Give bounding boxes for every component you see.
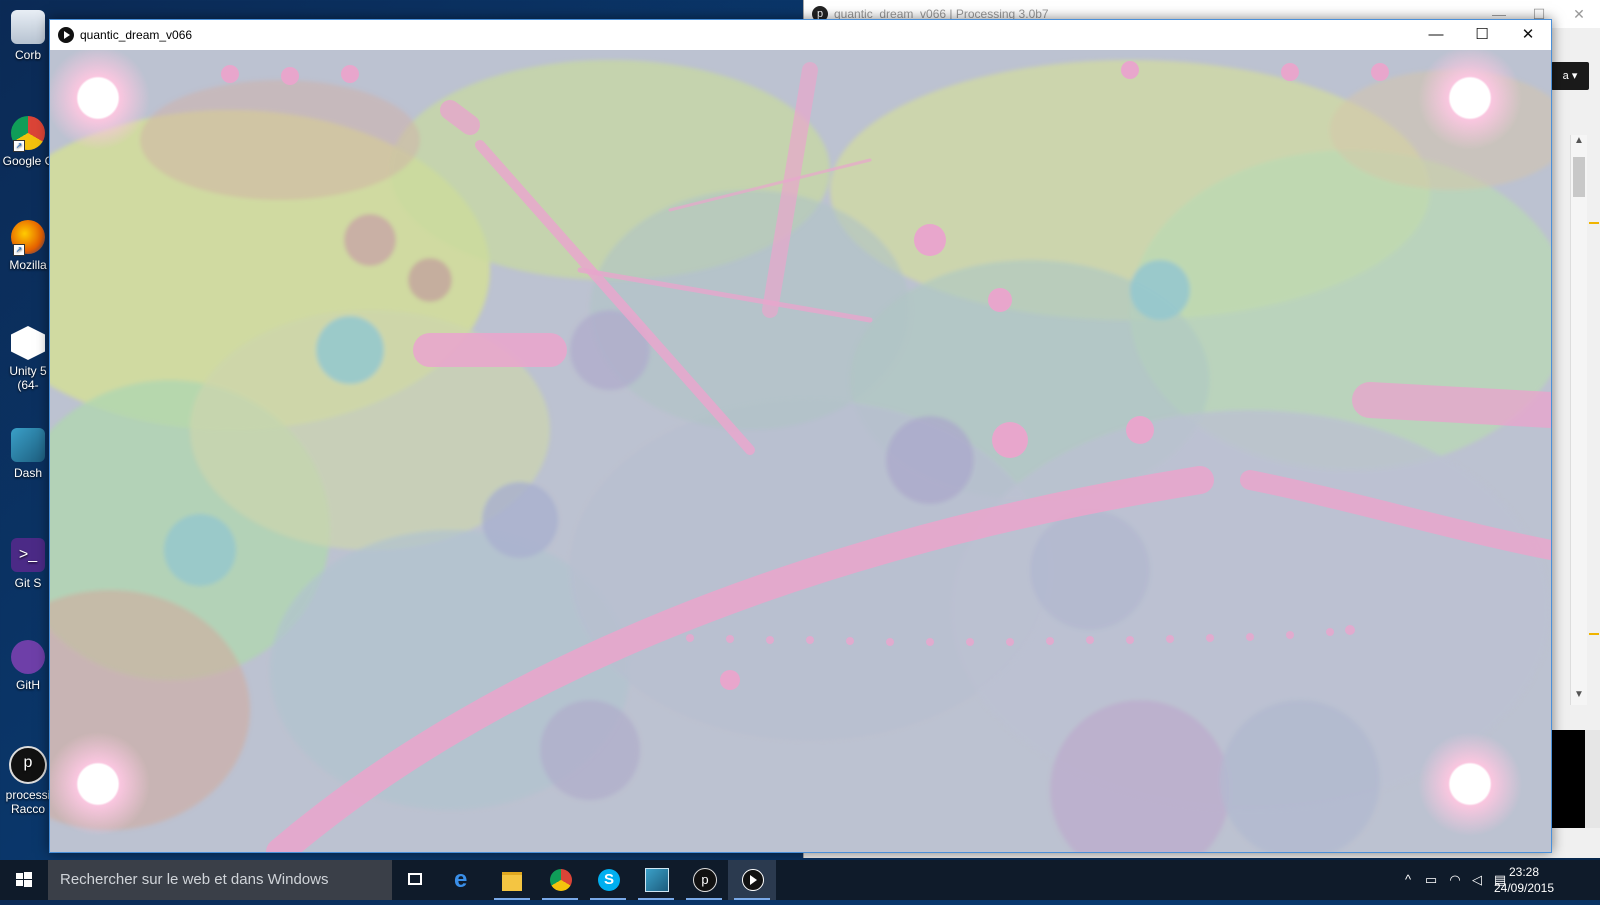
skype-icon: S: [598, 869, 620, 891]
editor-scrollbar[interactable]: ▲ ▼: [1570, 135, 1587, 705]
clock-time: 23:28: [1508, 865, 1540, 879]
error-marker[interactable]: [1589, 222, 1599, 224]
error-marker[interactable]: [1589, 633, 1599, 635]
scroll-up-icon[interactable]: ▲: [1571, 135, 1587, 151]
close-button[interactable]: ✕: [1559, 0, 1599, 28]
console-scrollbar[interactable]: [1585, 730, 1600, 828]
taskbar-app-chrome[interactable]: [536, 860, 584, 900]
chrome-icon: ↗: [11, 116, 45, 152]
sketch-canvas[interactable]: [50, 50, 1551, 852]
maximize-button[interactable]: ☐: [1459, 20, 1505, 50]
corner-orb-bottom-left[interactable]: [50, 732, 150, 836]
sketch-titlebar[interactable]: quantic_dream_v066 — ☐ ✕: [50, 20, 1551, 50]
desktop-icon-recycle-bin[interactable]: Corb: [2, 10, 54, 62]
play-icon: [750, 875, 757, 885]
taskbar-app-processing[interactable]: p: [680, 860, 728, 900]
desktop-icon-dash[interactable]: Dash: [2, 428, 54, 480]
desktop-icon-label: Corb: [14, 48, 41, 62]
corner-orb-bottom-right[interactable]: [1418, 732, 1522, 836]
shortcut-arrow-icon: ↗: [13, 140, 25, 152]
taskbar-app-skype[interactable]: S: [584, 860, 632, 900]
taskbar: Rechercher sur le web et dans Windows e …: [0, 860, 1600, 900]
sketch-window: quantic_dream_v066 — ☐ ✕: [49, 19, 1552, 853]
task-view-button[interactable]: [392, 860, 440, 900]
processing-icon: p: [693, 868, 717, 892]
wifi-icon[interactable]: ◠: [1444, 860, 1466, 900]
taskbar-app-edge[interactable]: e: [440, 860, 488, 900]
windows-logo-icon: [16, 872, 32, 887]
scroll-down-icon[interactable]: ▼: [1571, 689, 1587, 705]
desktop-icon-label: Git S: [14, 576, 42, 590]
edge-icon: e: [454, 866, 468, 893]
file-explorer-icon: [502, 872, 522, 891]
desktop-icon-label: Unity 5: [9, 364, 47, 378]
desktop-icon-label: GitH: [16, 678, 40, 692]
generative-artwork: [50, 50, 1551, 852]
desktop-icon-label: processi: [5, 788, 51, 802]
firefox-icon: ↗: [11, 220, 45, 256]
desktop-icon-label-line2: (64-: [17, 378, 39, 392]
show-hidden-icons-button[interactable]: ^: [1398, 860, 1418, 900]
desktop-icon-label-line2: Racco: [10, 802, 45, 816]
github-icon: [11, 640, 45, 674]
minimize-button[interactable]: —: [1413, 20, 1459, 50]
recycle-bin-icon: [11, 10, 45, 44]
taskbar-app-dash[interactable]: [632, 860, 680, 900]
desktop-icon-chrome[interactable]: ↗ Google C: [2, 116, 54, 168]
chrome-icon: [550, 869, 572, 891]
desktop-icon-unity[interactable]: Unity 5 (64-: [2, 326, 54, 392]
shortcut-arrow-icon: ↗: [13, 244, 25, 256]
desktop-icon-label: Mozilla: [9, 258, 47, 272]
desktop-icon-label: Google C: [2, 154, 54, 168]
battery-icon[interactable]: ▭: [1420, 860, 1442, 900]
unity-icon: [11, 326, 45, 360]
desktop-icon-firefox[interactable]: ↗ Mozilla: [2, 220, 54, 272]
processing-icon: p: [9, 746, 47, 784]
desktop-icon-git-shell[interactable]: >_ Git S: [2, 538, 54, 590]
window-title: quantic_dream_v066: [80, 28, 193, 42]
taskbar-app-sketch-window[interactable]: [728, 860, 776, 900]
corner-orb-top-right[interactable]: [1418, 50, 1522, 150]
clock[interactable]: 23:28 24/09/2015: [1484, 864, 1564, 896]
desktop-icon-label: Dash: [13, 466, 42, 480]
dash-icon: [11, 428, 45, 462]
mode-dropdown[interactable]: a ▾: [1551, 62, 1589, 90]
task-view-icon: [408, 873, 422, 885]
scrollbar-thumb[interactable]: [1573, 157, 1585, 197]
dash-icon: [645, 868, 669, 892]
search-box[interactable]: Rechercher sur le web et dans Windows: [48, 860, 392, 900]
close-button[interactable]: ✕: [1505, 20, 1551, 50]
desktop-icon-processing[interactable]: p processi Racco: [2, 746, 54, 816]
git-shell-icon: >_: [11, 538, 45, 572]
play-app-icon: [58, 27, 74, 43]
start-button[interactable]: [0, 860, 48, 900]
desktop-icon-github[interactable]: GitH: [2, 640, 54, 692]
clock-date: 24/09/2015: [1493, 881, 1555, 895]
taskbar-app-file-explorer[interactable]: [488, 860, 536, 900]
